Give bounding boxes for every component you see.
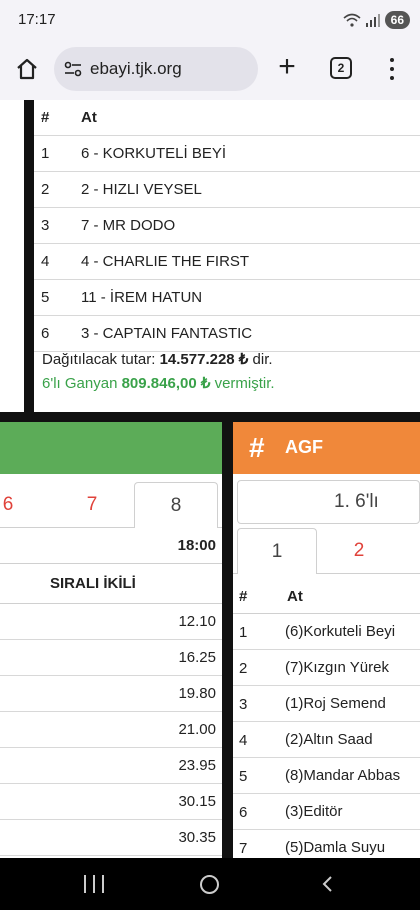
url-text[interactable]: ebayi.tjk.org [90, 59, 182, 79]
battery-icon: 66 [384, 11, 410, 29]
tab-six-ganyan[interactable]: 1. 6'lı [237, 480, 420, 524]
table-row: 16 - KORKUTELİ BEYİ [34, 136, 420, 172]
distribution-text: Dağıtılacak tutar: 14.577.228 ₺ dir. [42, 351, 273, 368]
table-row: 37 - MR DODO [34, 208, 420, 244]
table-row: 16.25 [0, 640, 222, 676]
table-row: 19.80 [0, 676, 222, 712]
result-table: # At 16 - KORKUTELİ BEYİ 22 - HIZLI VEYS… [34, 100, 420, 352]
result-panel: # At 16 - KORKUTELİ BEYİ 22 - HIZLI VEYS… [0, 100, 420, 412]
race-time-row: 18:00 [0, 528, 222, 564]
table-row: 3 (1)Roj Semend [233, 686, 420, 722]
column-header: SIRALI İKİLİ [0, 564, 222, 604]
tab-switcher-button[interactable]: 2 [330, 57, 352, 79]
table-row: 2 (7)Kızgın Yürek [233, 650, 420, 686]
table-row: 4 (2)Altın Saad [233, 722, 420, 758]
system-nav-bar [0, 858, 420, 910]
divider [222, 422, 233, 858]
ganyan-text: 6'lı Ganyan 809.846,00 ₺ vermiştir. [42, 375, 275, 392]
page-content: # At 16 - KORKUTELİ BEYİ 22 - HIZLI VEYS… [0, 100, 420, 858]
home-button[interactable] [12, 54, 42, 84]
hash-icon: # [249, 432, 265, 463]
agf-panel: # AGF 1. 6'lı 1 2 # At 1 (6)Korkuteli Bey… [233, 422, 420, 858]
back-icon [322, 876, 332, 892]
leg-tabs: 1 2 [233, 528, 420, 574]
table-row: 30.15 [0, 784, 222, 820]
status-icons: 66 [343, 10, 410, 30]
home-icon [17, 58, 37, 80]
tab-leg-1[interactable]: 1 [237, 528, 317, 574]
recents-button[interactable] [84, 875, 104, 893]
wifi-icon [343, 13, 361, 27]
tab-race-6[interactable]: 6 [0, 482, 28, 528]
table-row: 5 (8)Mandar Abbas [233, 758, 420, 794]
table-header: # At [34, 100, 420, 136]
agf-title: AGF [285, 437, 323, 457]
table-row: 21.00 [0, 712, 222, 748]
agf-header: # AGF [233, 422, 420, 474]
status-bar: 17:17 66 [0, 0, 420, 40]
browser-menu-button[interactable] [384, 54, 400, 84]
table-row: 7 (5)Damla Suyu [233, 830, 420, 858]
new-tab-button[interactable]: + [272, 52, 302, 84]
back-button[interactable] [318, 874, 338, 894]
race-time: 18:00 [177, 537, 216, 554]
tab-race-8[interactable]: 8 [134, 482, 218, 528]
home-nav-button[interactable] [200, 875, 219, 894]
table-row: 1 (6)Korkuteli Beyi [233, 614, 420, 650]
divider [0, 412, 420, 422]
table-row: 44 - CHARLIE THE FIRST [34, 244, 420, 280]
tab-race-7[interactable]: 7 [62, 482, 122, 528]
table-row: 6 (3)Editör [233, 794, 420, 830]
race-tabs: 6 7 8 [0, 474, 222, 528]
table-row: 22 - HIZLI VEYSEL [34, 172, 420, 208]
table-row: 23.95 [0, 748, 222, 784]
address-bar[interactable]: ebayi.tjk.org [54, 47, 258, 91]
signal-icon [365, 14, 380, 27]
table-row: 5 11 - İREM HATUN [34, 280, 420, 316]
odds-panel: 6 7 8 18:00 SIRALI İKİLİ 12.10 16.25 19.… [0, 422, 222, 858]
browser-toolbar: ebayi.tjk.org + 2 [0, 40, 420, 100]
tab-leg-2[interactable]: 2 [329, 528, 389, 574]
divider [24, 100, 34, 412]
table-row: 63 - CAPTAIN FANTASTIC [34, 316, 420, 352]
table-row: 12.10 [0, 604, 222, 640]
table-row: 30.35 [0, 820, 222, 856]
odds-panel-header [0, 422, 222, 474]
clock: 17:17 [18, 11, 56, 28]
site-settings-icon[interactable] [64, 60, 82, 78]
table-header: # At [233, 578, 420, 614]
